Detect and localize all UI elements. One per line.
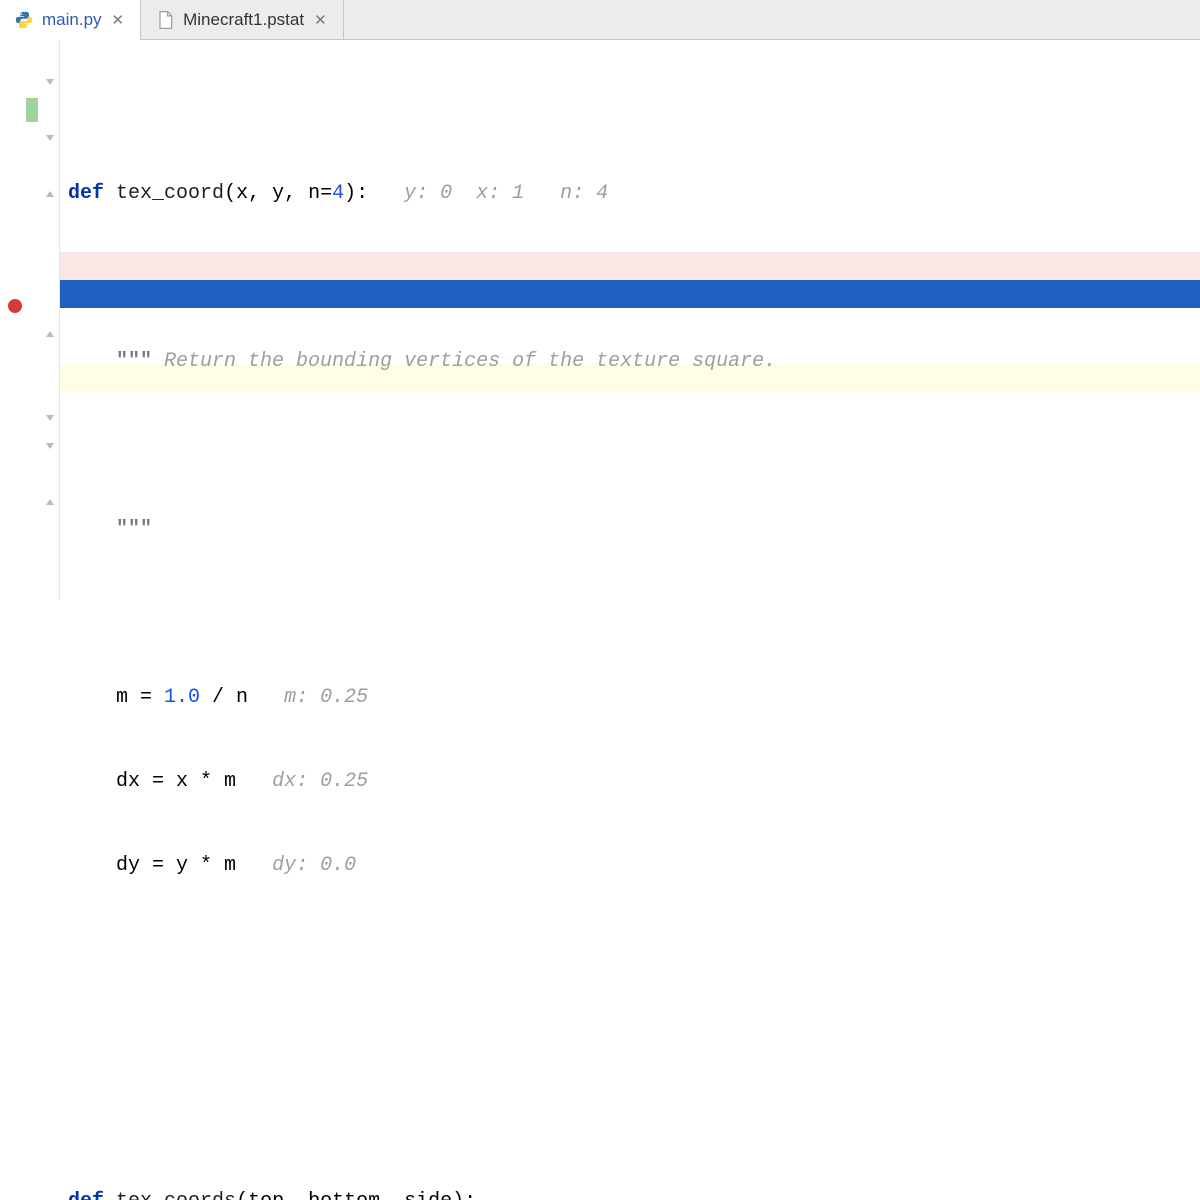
breakpoint-icon[interactable] [8, 299, 22, 313]
fold-marker-icon[interactable] [44, 412, 56, 424]
code-line: dy = y * m dy: 0.0 [60, 852, 356, 880]
code-line [60, 432, 80, 460]
fold-end-icon[interactable] [44, 328, 56, 340]
code-line: """ [60, 516, 152, 544]
python-file-icon [14, 10, 34, 30]
inline-hint: m: 0.25 [284, 686, 368, 709]
inline-hint: y: 0 x: 1 n: 4 [404, 182, 608, 205]
close-icon[interactable]: ✕ [312, 11, 329, 29]
change-marker [26, 98, 38, 122]
fold-end-icon[interactable] [44, 188, 56, 200]
inline-hint: dy: 0.0 [272, 854, 356, 877]
inline-hint: dx: 0.25 [272, 770, 368, 793]
close-icon[interactable]: ✕ [110, 11, 127, 29]
fold-marker-icon[interactable] [44, 440, 56, 452]
code-editor[interactable]: def tex_coord(x, y, n=4): y: 0 x: 1 n: 4… [0, 40, 1200, 600]
tab-minecraft-pstat[interactable]: Minecraft1.pstat ✕ [141, 0, 344, 39]
code-line: """ Return the bounding vertices of the … [60, 348, 776, 376]
code-line [60, 1020, 80, 1048]
tab-main-py[interactable]: main.py ✕ [0, 0, 141, 39]
tab-bar: main.py ✕ Minecraft1.pstat ✕ [0, 0, 1200, 40]
tab-label: main.py [42, 10, 102, 30]
file-icon [155, 10, 175, 30]
code-line: dx = x * m dx: 0.25 [60, 768, 368, 796]
tab-label: Minecraft1.pstat [183, 10, 304, 30]
code-line [60, 264, 80, 292]
fold-end-icon[interactable] [44, 496, 56, 508]
code-line [60, 1104, 80, 1132]
code-line: def tex_coord(x, y, n=4): y: 0 x: 1 n: 4 [60, 180, 608, 208]
code-line [60, 600, 80, 628]
gutter[interactable] [0, 40, 60, 600]
code-area[interactable]: def tex_coord(x, y, n=4): y: 0 x: 1 n: 4… [60, 40, 1200, 600]
fold-marker-icon[interactable] [44, 132, 56, 144]
code-line [60, 96, 80, 124]
fold-marker-icon[interactable] [44, 76, 56, 88]
code-line: return dx, dy, dx + m, dy, dx + m, dy + … [60, 936, 752, 964]
code-line: m = 1.0 / n m: 0.25 [60, 684, 368, 712]
code-line: def tex_coords(top, bottom, side): [60, 1188, 476, 1200]
